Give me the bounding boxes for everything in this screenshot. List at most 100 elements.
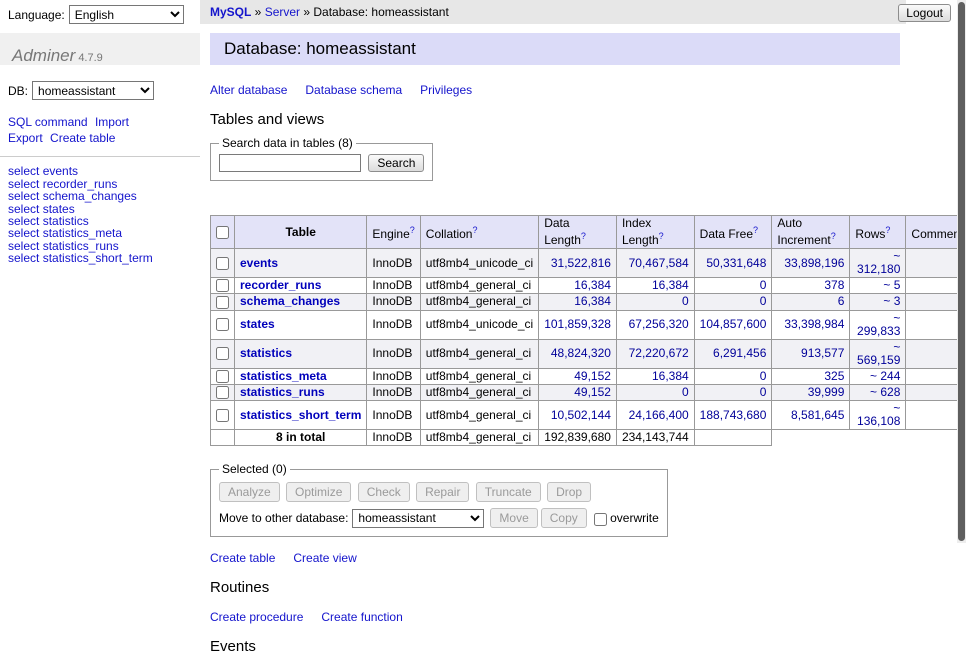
scrollbar[interactable] [957, 0, 966, 543]
column-help-icon[interactable]: ? [659, 231, 664, 241]
table-name-link-recorder-runs[interactable]: recorder_runs [240, 278, 321, 292]
drop-button[interactable]: Drop [547, 482, 591, 502]
sidebar-action-import[interactable]: Import [95, 115, 129, 129]
column-help-icon[interactable]: ? [885, 225, 890, 235]
move-button[interactable]: Move [490, 508, 537, 528]
data-free-link[interactable]: 188,743,680 [700, 408, 767, 422]
sidebar-action-create-table[interactable]: Create table [50, 131, 115, 145]
index-length-link[interactable]: 16,384 [652, 278, 689, 292]
search-input[interactable] [219, 154, 361, 172]
repair-button[interactable]: Repair [416, 482, 469, 502]
app-name-link[interactable]: Adminer [12, 46, 75, 65]
data-length-link[interactable]: 49,152 [574, 369, 611, 383]
data-length-link[interactable]: 101,859,328 [544, 317, 611, 331]
rows-link[interactable]: ~ 136,108 [857, 401, 900, 428]
index-length-link[interactable]: 24,166,400 [629, 408, 689, 422]
column-help-icon[interactable]: ? [410, 225, 415, 235]
auto-increment-link[interactable]: 33,398,984 [784, 317, 844, 331]
rows-link[interactable]: ~ 3 [883, 294, 900, 308]
data-free-link[interactable]: 0 [760, 278, 767, 292]
logout-button[interactable]: Logout [898, 4, 951, 22]
optimize-button[interactable]: Optimize [286, 482, 351, 502]
move-db-select[interactable]: homeassistant [352, 509, 484, 528]
auto-increment-link[interactable]: 325 [824, 369, 844, 383]
column-help-icon[interactable]: ? [472, 225, 477, 235]
breadcrumb-link-server[interactable]: Server [265, 5, 300, 19]
auto-increment-link[interactable]: 378 [824, 278, 844, 292]
row-checkbox-states[interactable] [216, 318, 229, 331]
index-length-link[interactable]: 72,220,672 [629, 346, 689, 360]
table-name-link-schema-changes[interactable]: schema_changes [240, 294, 340, 308]
sidebar-select-link-statistics-short-term[interactable]: select [8, 251, 39, 265]
rows-link[interactable]: ~ 312,180 [857, 249, 900, 276]
breadcrumb-link-mysql[interactable]: MySQL [210, 5, 251, 19]
rows-link[interactable]: ~ 244 [870, 369, 900, 383]
total-data-free-cell [694, 430, 772, 446]
data-length-link[interactable]: 49,152 [574, 385, 611, 399]
link-create-procedure[interactable]: Create procedure [210, 610, 303, 624]
events-heading: Events [210, 638, 902, 655]
copy-button[interactable]: Copy [541, 508, 587, 528]
search-button[interactable]: Search [368, 154, 424, 172]
sidebar-table-link-statistics-short-term[interactable]: statistics_short_term [43, 251, 153, 265]
row-checkbox-statistics[interactable] [216, 347, 229, 360]
truncate-button[interactable]: Truncate [476, 482, 541, 502]
link-create-view[interactable]: Create view [293, 551, 356, 565]
row-checkbox-statistics-short-term[interactable] [216, 409, 229, 422]
row-checkbox-recorder-runs[interactable] [216, 279, 229, 292]
index-length-link[interactable]: 67,256,320 [629, 317, 689, 331]
row-checkbox-events[interactable] [216, 257, 229, 270]
data-length-link[interactable]: 16,384 [574, 278, 611, 292]
data-free-link[interactable]: 50,331,648 [706, 256, 766, 270]
data-free-link[interactable]: 0 [760, 369, 767, 383]
column-help-icon[interactable]: ? [581, 231, 586, 241]
db-select[interactable]: homeassistant [32, 81, 154, 100]
link-create-function[interactable]: Create function [321, 610, 402, 624]
index-length-link[interactable]: 16,384 [652, 369, 689, 383]
auto-increment-link[interactable]: 8,581,645 [791, 408, 844, 422]
overwrite-checkbox[interactable] [594, 513, 607, 526]
rows-link[interactable]: ~ 569,159 [857, 340, 900, 367]
auto-increment-link[interactable]: 33,898,196 [784, 256, 844, 270]
scrollbar-thumb[interactable] [958, 2, 965, 541]
data-length-link[interactable]: 10,502,144 [551, 408, 611, 422]
auto-increment-link[interactable]: 39,999 [808, 385, 845, 399]
data-free-link[interactable]: 104,857,600 [700, 317, 767, 331]
sidebar-action-sql-command[interactable]: SQL command [8, 115, 88, 129]
index-length-cell: 70,467,584 [616, 249, 694, 278]
table-name-link-statistics[interactable]: statistics [240, 346, 292, 360]
rows-link[interactable]: ~ 299,833 [857, 311, 900, 338]
row-checkbox-schema-changes[interactable] [216, 296, 229, 309]
link-database-schema[interactable]: Database schema [305, 83, 402, 97]
index-length-link[interactable]: 0 [682, 385, 689, 399]
rows-link[interactable]: ~ 5 [883, 278, 900, 292]
check-button[interactable]: Check [358, 482, 410, 502]
auto-increment-link[interactable]: 913,577 [801, 346, 844, 360]
data-free-link[interactable]: 0 [760, 385, 767, 399]
index-length-link[interactable]: 70,467,584 [629, 256, 689, 270]
link-create-table[interactable]: Create table [210, 551, 275, 565]
table-name-link-states[interactable]: states [240, 317, 275, 331]
select-all-checkbox[interactable] [216, 226, 229, 239]
index-length-link[interactable]: 0 [682, 294, 689, 308]
table-name-link-statistics-runs[interactable]: statistics_runs [240, 385, 325, 399]
rows-link[interactable]: ~ 628 [870, 385, 900, 399]
table-name-link-events[interactable]: events [240, 256, 278, 270]
sidebar-action-export[interactable]: Export [8, 131, 43, 145]
table-name-link-statistics-short-term[interactable]: statistics_short_term [240, 408, 361, 422]
auto-increment-link[interactable]: 6 [838, 294, 845, 308]
link-alter-database[interactable]: Alter database [210, 83, 287, 97]
column-help-icon[interactable]: ? [753, 225, 758, 235]
data-free-link[interactable]: 6,291,456 [713, 346, 766, 360]
language-select[interactable]: English [69, 5, 184, 24]
link-privileges[interactable]: Privileges [420, 83, 472, 97]
column-help-icon[interactable]: ? [831, 231, 836, 241]
data-free-link[interactable]: 0 [760, 294, 767, 308]
row-checkbox-statistics-runs[interactable] [216, 386, 229, 399]
data-length-link[interactable]: 31,522,816 [551, 256, 611, 270]
data-length-link[interactable]: 48,824,320 [551, 346, 611, 360]
row-checkbox-statistics-meta[interactable] [216, 370, 229, 383]
table-name-link-statistics-meta[interactable]: statistics_meta [240, 369, 327, 383]
data-length-link[interactable]: 16,384 [574, 294, 611, 308]
analyze-button[interactable]: Analyze [219, 482, 280, 502]
